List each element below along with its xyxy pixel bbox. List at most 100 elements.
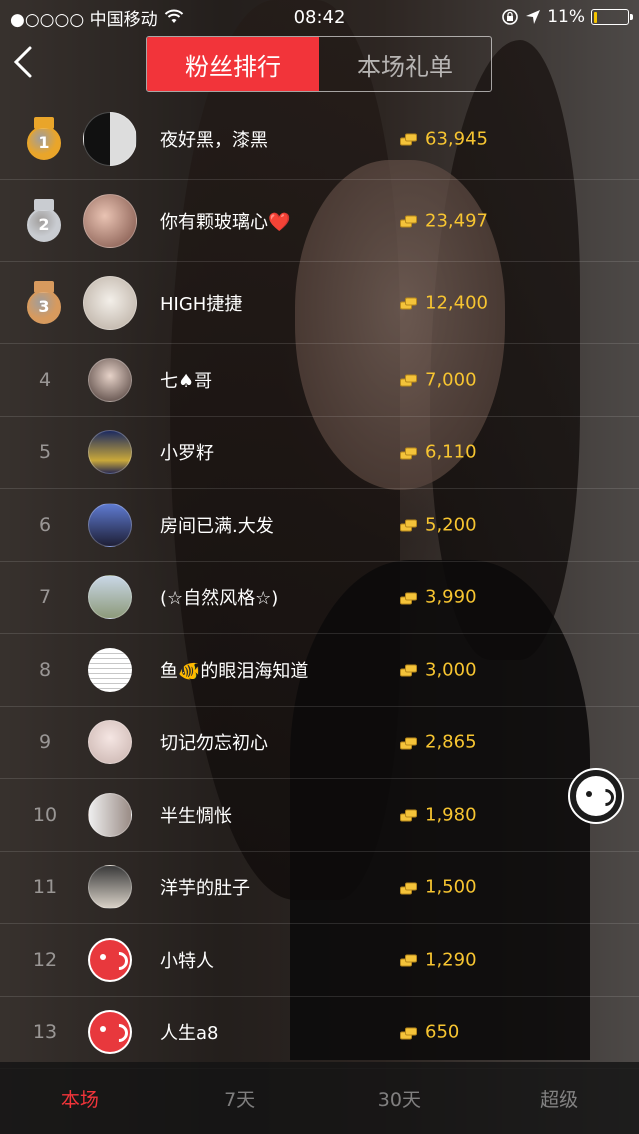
rank-number: 3 (27, 289, 61, 324)
contribution: 3,000 (400, 659, 477, 680)
back-button[interactable] (10, 44, 40, 84)
contribution: 23,497 (400, 210, 488, 231)
rank-number: 2 (27, 207, 61, 242)
avatar[interactable] (88, 937, 132, 982)
fan-name: 鱼🐠的眼泪海知道 (160, 660, 309, 682)
fan-name: 小罗籽 (160, 443, 214, 465)
avatar[interactable] (88, 575, 132, 620)
rank-number: 1 (27, 125, 61, 160)
carrier-label: ●○○○○ 中国移动 (10, 9, 158, 30)
contribution-amount: 63,945 (425, 128, 488, 149)
contribution: 1,500 (400, 877, 477, 898)
ranking-row[interactable]: 2 你有颗玻璃心❤️ 23,497 (0, 180, 639, 262)
avatar[interactable] (88, 357, 132, 402)
ranking-row[interactable]: 13 人生a8 650 (0, 997, 639, 1069)
fan-name: 切记勿忘初心 (160, 733, 268, 755)
ranking-row[interactable]: 4 七♠哥 7,000 (0, 344, 639, 417)
header: 粉丝排行 本场礼单 (0, 34, 639, 94)
chevron-left-icon (13, 46, 32, 78)
fan-name: 洋芋的肚子 (160, 878, 250, 900)
contribution-amount: 650 (425, 1021, 460, 1043)
coin-icon (400, 518, 418, 532)
avatar[interactable] (83, 275, 137, 330)
fan-name: HIGH捷捷 (160, 293, 243, 315)
contribution-amount: 3,000 (425, 659, 477, 681)
coin-icon (400, 953, 418, 967)
contribution-amount: 3,990 (425, 586, 477, 608)
ranking-row[interactable]: 12 小特人 1,290 (0, 924, 639, 997)
location-arrow-icon (526, 10, 541, 24)
contribution-amount: 1,290 (425, 949, 477, 971)
contribution-amount: 1,980 (425, 804, 477, 826)
ranking-row[interactable]: 1 夜好黑，漆黑 63,945 (0, 98, 639, 180)
ranking-row[interactable]: 9 切记勿忘初心 2,865 (0, 707, 639, 779)
contribution: 1,290 (400, 949, 477, 970)
default-avatar-icon (90, 939, 130, 980)
tab-super[interactable]: 超级 (479, 1062, 639, 1134)
tab-gift-list[interactable]: 本场礼单 (319, 37, 491, 91)
contribution: 3,990 (400, 587, 477, 608)
wink-face-icon (576, 776, 616, 816)
coin-icon (400, 296, 418, 310)
contribution-amount: 1,500 (425, 876, 477, 898)
emoji-float-button[interactable] (568, 768, 624, 824)
ranking-row[interactable]: 8 鱼🐠的眼泪海知道 3,000 (0, 634, 639, 707)
rank-number: 12 (32, 948, 58, 971)
avatar[interactable] (83, 111, 137, 166)
tab-this-show[interactable]: 本场 (0, 1062, 160, 1134)
battery-percent: 11% (547, 7, 585, 27)
avatar[interactable] (88, 792, 132, 837)
rank-number: 10 (32, 803, 58, 826)
contribution: 7,000 (400, 369, 477, 390)
coin-icon (400, 590, 418, 605)
avatar[interactable] (88, 647, 132, 692)
coin-icon (400, 373, 418, 387)
rank-number: 6 (38, 513, 52, 536)
coin-icon (400, 214, 418, 228)
segmented-tabs: 粉丝排行 本场礼单 (146, 36, 492, 92)
ranking-list: 1 夜好黑，漆黑 63,945 2 你有颗玻璃心❤️ 23,497 3 HIGH捷捷 12,40… (0, 98, 639, 1069)
default-avatar-icon (90, 1012, 130, 1053)
ranking-row[interactable]: 10 半生惆怅 1,980 (0, 779, 639, 852)
contribution-amount: 12,400 (425, 292, 488, 313)
gold-medal-icon: 1 (26, 116, 62, 161)
contribution-amount: 5,200 (425, 514, 477, 536)
coin-icon (400, 132, 418, 146)
ranking-row[interactable]: 6 房间已满.大发 5,200 (0, 489, 639, 562)
ranking-row[interactable]: 7 (☆自然风格☆) 3,990 (0, 562, 639, 634)
avatar[interactable] (83, 193, 137, 248)
rotation-lock-icon (502, 9, 519, 25)
tab-30-days[interactable]: 30天 (320, 1062, 480, 1134)
fan-name: 房间已满.大发 (160, 515, 274, 537)
silver-medal-icon: 2 (26, 198, 62, 243)
avatar[interactable] (88, 430, 132, 475)
coin-icon (400, 735, 418, 750)
ranking-row[interactable]: 5 小罗籽 6,110 (0, 417, 639, 489)
coin-icon (400, 880, 418, 895)
contribution-amount: 7,000 (425, 369, 477, 391)
coin-icon (400, 808, 418, 822)
tab-7-days[interactable]: 7天 (160, 1062, 320, 1134)
bronze-medal-icon: 3 (26, 280, 62, 325)
avatar[interactable] (88, 865, 132, 910)
ranking-row[interactable]: 11 洋芋的肚子 1,500 (0, 852, 639, 924)
avatar[interactable] (88, 502, 132, 547)
coin-icon (400, 663, 418, 677)
fan-name: 半生惆怅 (160, 805, 232, 827)
contribution: 63,945 (400, 128, 488, 149)
rank-number: 11 (32, 876, 58, 899)
ranking-row[interactable]: 3 HIGH捷捷 12,400 (0, 262, 639, 344)
contribution-amount: 23,497 (425, 210, 488, 231)
contribution: 6,110 (400, 442, 477, 463)
tab-fan-ranking[interactable]: 粉丝排行 (147, 37, 319, 91)
avatar[interactable] (88, 1010, 132, 1055)
contribution: 12,400 (400, 292, 488, 313)
wifi-icon (164, 9, 183, 23)
avatar[interactable] (88, 720, 132, 765)
rank-number: 5 (38, 441, 52, 464)
rank-number: 9 (38, 731, 52, 754)
contribution: 2,865 (400, 732, 477, 753)
contribution: 650 (400, 1022, 459, 1043)
contribution: 1,980 (400, 804, 477, 825)
fan-name: 你有颗玻璃心❤️ (160, 211, 291, 233)
